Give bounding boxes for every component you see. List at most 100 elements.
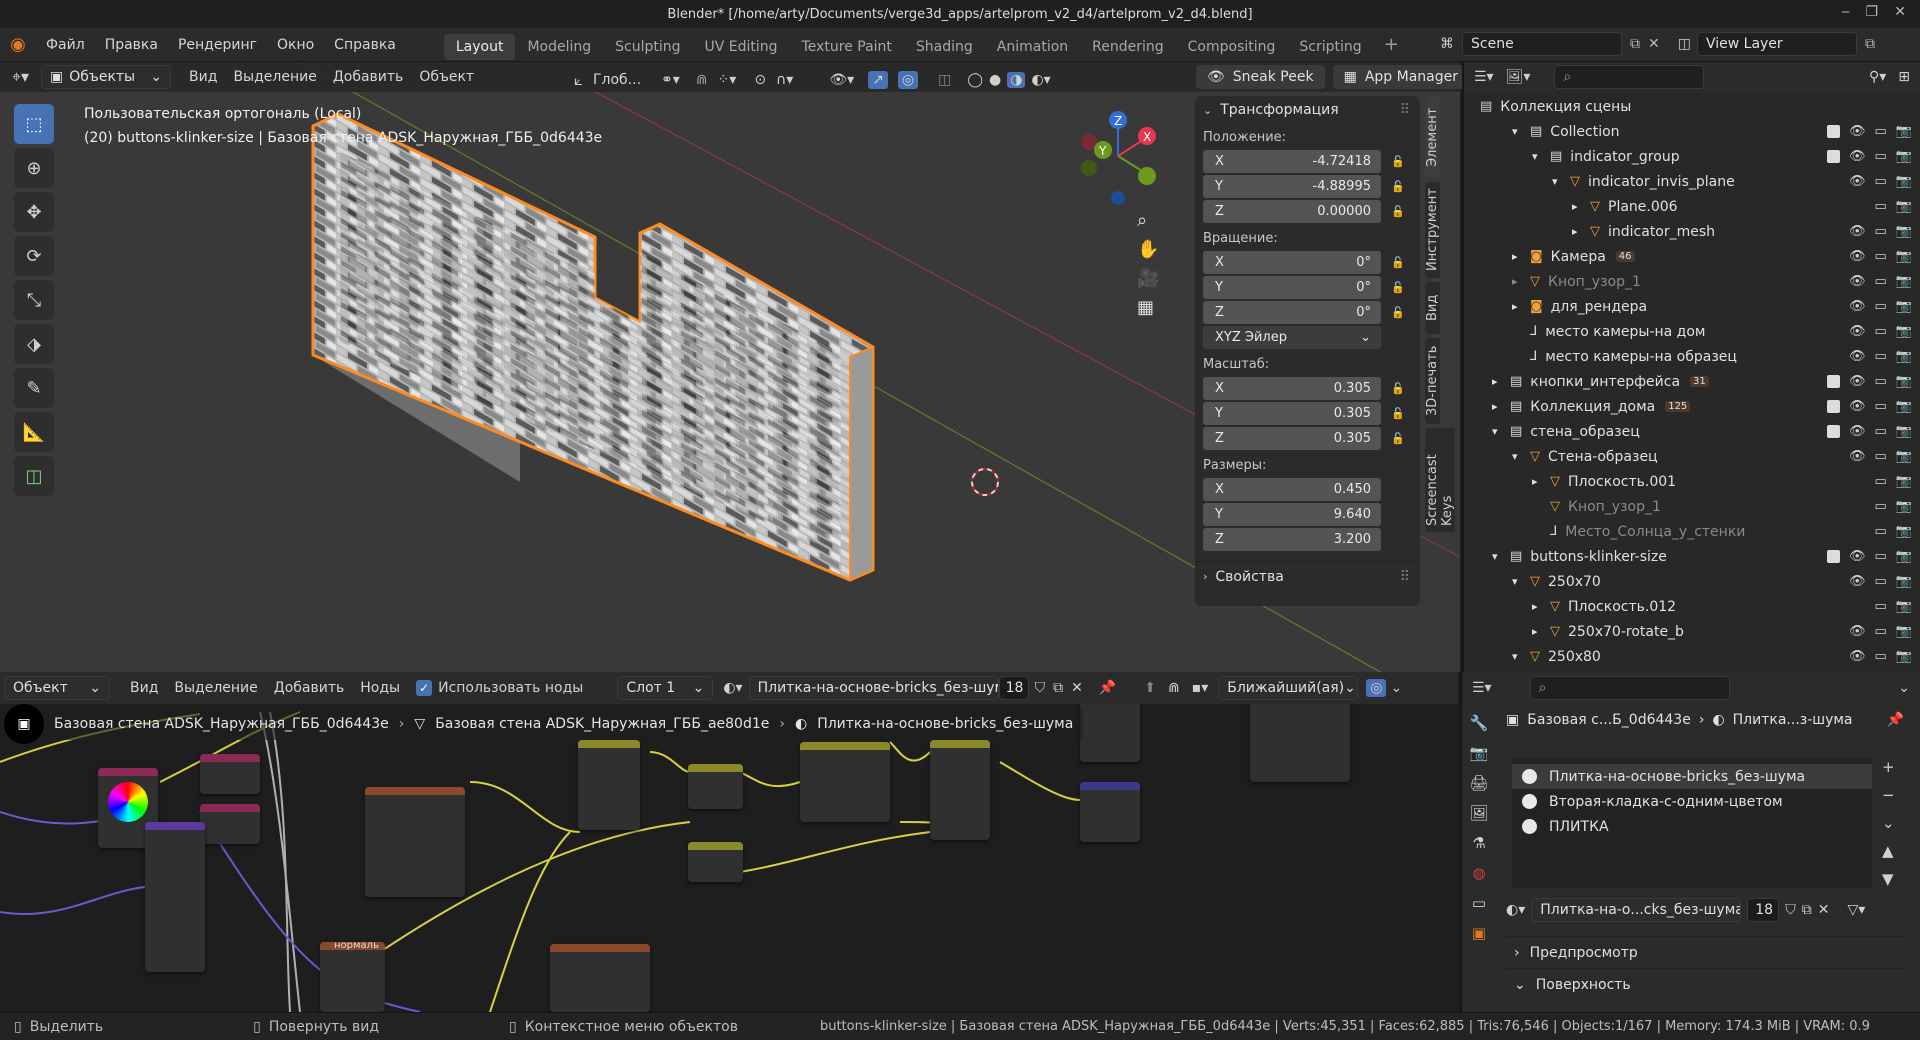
breadcrumb-object[interactable]: Базовая стена ADSK_Наружная_ГББ_0d6443e — [54, 716, 389, 732]
render-camera-icon[interactable]: 📷 — [1896, 349, 1912, 364]
remove-slot-icon[interactable]: − — [1882, 786, 1895, 804]
snap-icon[interactable]: ⋒ — [1168, 680, 1180, 696]
menu-item[interactable]: Справка — [324, 28, 406, 62]
cursor-tool-icon[interactable]: ⊕ — [14, 148, 54, 188]
close-icon[interactable]: ✕ — [1894, 4, 1906, 20]
fake-user-icon[interactable]: ⛉ — [1785, 902, 1796, 918]
viewport-menu-item[interactable]: Вид — [181, 62, 225, 92]
render-camera-icon[interactable]: 📷 — [1896, 174, 1912, 189]
sidebar-tab[interactable]: Инструмент — [1425, 182, 1440, 278]
outliner-item[interactable]: ▾ ▤ buttons-klinker-size 👁 ▭ 📷 — [1464, 544, 1920, 569]
workspace-tab[interactable]: Texture Paint — [790, 34, 904, 60]
unlink-icon[interactable]: ✕ — [1818, 902, 1830, 918]
viewport-toggle-icon[interactable]: ▭ — [1875, 224, 1887, 239]
exclude-checkbox[interactable] — [1827, 375, 1840, 388]
tool-tab-icon[interactable]: 🔧 — [1470, 714, 1489, 732]
render-camera-icon[interactable]: 📷 — [1896, 149, 1912, 164]
outliner-editor-icon[interactable]: ☰▾ — [1474, 69, 1494, 85]
menu-item[interactable]: Правка — [95, 28, 168, 62]
options-dropdown-icon[interactable]: ⌄ — [1898, 680, 1910, 696]
eye-icon[interactable]: 👁 — [1849, 574, 1866, 589]
expand-arrow-icon[interactable]: ▾ — [1512, 125, 1526, 138]
outliner-item[interactable]: ▾ ▽ 250x70 👁 ▭ 📷 — [1464, 569, 1920, 594]
transform-tool-icon[interactable]: ⬗ — [14, 324, 54, 364]
outliner-item[interactable]: ▸ ▽ Плоскость.001 ▭ 📷 — [1464, 469, 1920, 494]
navigation-gizmo[interactable]: Z X Y — [1073, 106, 1163, 206]
viewport-toggle-icon[interactable]: ▭ — [1875, 424, 1887, 439]
expand-arrow-icon[interactable]: ▾ — [1552, 175, 1566, 188]
duplicate-icon[interactable]: ⧉ — [1053, 680, 1063, 696]
render-camera-icon[interactable]: 📷 — [1896, 599, 1912, 614]
workspace-tab[interactable]: Layout — [443, 33, 516, 60]
filter-icon[interactable]: ⚲▾ — [1869, 69, 1886, 85]
material-shading-icon[interactable]: ◑ — [1007, 72, 1026, 88]
node-image-texture-1[interactable] — [365, 787, 465, 897]
expand-arrow-icon[interactable]: ▸ — [1572, 200, 1586, 213]
new-scene-icon[interactable]: ⧉ — [1630, 36, 1640, 52]
expand-arrow-icon[interactable]: ▾ — [1492, 550, 1506, 563]
outliner-item[interactable]: ▸ ▤ Коллекция_дома 125 👁 ▭ 📷 — [1464, 394, 1920, 419]
location-y-field[interactable]: Y -4.88995 — [1203, 174, 1381, 198]
material-browse-icon[interactable]: ◐▾ — [723, 680, 742, 696]
eye-icon[interactable]: 👁 — [1849, 149, 1866, 164]
expand-arrow-icon[interactable]: ▾ — [1492, 425, 1506, 438]
snap-icon[interactable]: ⋒ — [696, 72, 708, 88]
expand-arrow-icon[interactable]: ▾ — [1512, 650, 1526, 663]
move-up-icon[interactable]: ▲ — [1882, 842, 1895, 860]
dimensions-x-field[interactable]: X 0.450 — [1203, 477, 1381, 501]
outliner-item[interactable]: ▸ ▽ Plane.006 ▭ 📷 — [1464, 194, 1920, 219]
expand-arrow-icon[interactable]: ▸ — [1492, 400, 1506, 413]
breadcrumb-mesh[interactable]: Базовая стена ADSK_Наружная_ГББ_ae80d1e — [435, 716, 769, 732]
eye-icon[interactable]: 👁 — [1849, 299, 1866, 314]
render-tab-icon[interactable]: 📷 — [1470, 744, 1489, 762]
duplicate-icon[interactable]: ⧉ — [1802, 902, 1812, 918]
expand-arrow-icon[interactable]: ▸ — [1532, 600, 1546, 613]
outliner-item[interactable]: ▸ ▽ Плоскость.012 ▭ 📷 — [1464, 594, 1920, 619]
camera-view-icon[interactable]: 🎥 — [1137, 268, 1159, 289]
expand-arrow-icon[interactable]: ▾ — [1512, 575, 1526, 588]
viewport-toggle-icon[interactable]: ▭ — [1875, 474, 1887, 489]
viewport-toggle-icon[interactable]: ▭ — [1875, 399, 1887, 414]
render-camera-icon[interactable]: 📷 — [1896, 249, 1912, 264]
menu-item[interactable]: Окно — [267, 28, 324, 62]
rotate-tool-icon[interactable]: ⟳ — [14, 236, 54, 276]
workspace-tab[interactable]: Scripting — [1287, 34, 1373, 60]
viewport-toggle-icon[interactable]: ▭ — [1875, 124, 1887, 139]
material-field[interactable]: Плитка-на-о...cks_без-шума — [1531, 898, 1742, 922]
expand-arrow-icon[interactable]: ▾ — [1532, 150, 1546, 163]
outliner-item[interactable]: ▾ ▤ стена_образец 👁 ▭ 📷 — [1464, 419, 1920, 444]
expand-arrow-icon[interactable]: ▸ — [1532, 625, 1546, 638]
node-menu-item[interactable]: Вид — [122, 673, 166, 703]
render-camera-icon[interactable]: 📷 — [1896, 624, 1912, 639]
render-camera-icon[interactable]: 📷 — [1896, 124, 1912, 139]
world-tab-icon[interactable]: ◍ — [1472, 864, 1485, 882]
snap-target-icon[interactable]: ⁘▾ — [718, 72, 737, 88]
viewport-menu-item[interactable]: Выделение — [225, 62, 324, 92]
chevron-down-icon[interactable]: ⌄ — [1203, 104, 1212, 117]
rotation-z-field[interactable]: Z 0° — [1203, 300, 1381, 324]
workspace-tab[interactable]: Shading — [904, 34, 985, 60]
select-tool-icon[interactable]: ⬚ — [14, 104, 54, 144]
fake-user-icon[interactable]: ⛉ — [1035, 680, 1046, 696]
outliner-item[interactable]: ▸ ◙ Камера 46 👁 ▭ 📷 — [1464, 244, 1920, 269]
eye-icon[interactable]: 👁 — [1849, 249, 1866, 264]
display-mode-icon[interactable]: 🖼▾ — [1506, 69, 1531, 85]
viewport-toggle-icon[interactable]: ▭ — [1875, 649, 1887, 664]
drag-handle-icon[interactable]: ⠿ — [1400, 102, 1410, 118]
transform-header[interactable]: Трансформация — [1220, 102, 1338, 118]
editor-type-icon[interactable]: ⌖▾ — [12, 67, 29, 87]
workspace-tab[interactable]: Rendering — [1080, 34, 1176, 60]
material-users-count[interactable]: 18 — [1747, 898, 1780, 922]
scale-y-field[interactable]: Y 0.305 — [1203, 401, 1381, 425]
exclude-checkbox[interactable] — [1827, 150, 1840, 163]
properties-header[interactable]: Свойства — [1215, 569, 1283, 585]
render-camera-icon[interactable]: 📷 — [1896, 199, 1912, 214]
node-normal-frame[interactable]: нормаль — [320, 942, 385, 1012]
pin-icon[interactable]: 📌 — [1099, 680, 1116, 696]
outliner-item[interactable]: ▸ ▤ кнопки_интерфейса 31 👁 ▭ 📷 — [1464, 369, 1920, 394]
eye-icon[interactable]: 👁 — [1849, 549, 1866, 564]
menu-item[interactable]: Файл — [36, 28, 95, 62]
collection-tab-icon[interactable]: ▭ — [1472, 894, 1486, 912]
render-camera-icon[interactable]: 📷 — [1896, 499, 1912, 514]
move-tool-icon[interactable]: ✥ — [14, 192, 54, 232]
